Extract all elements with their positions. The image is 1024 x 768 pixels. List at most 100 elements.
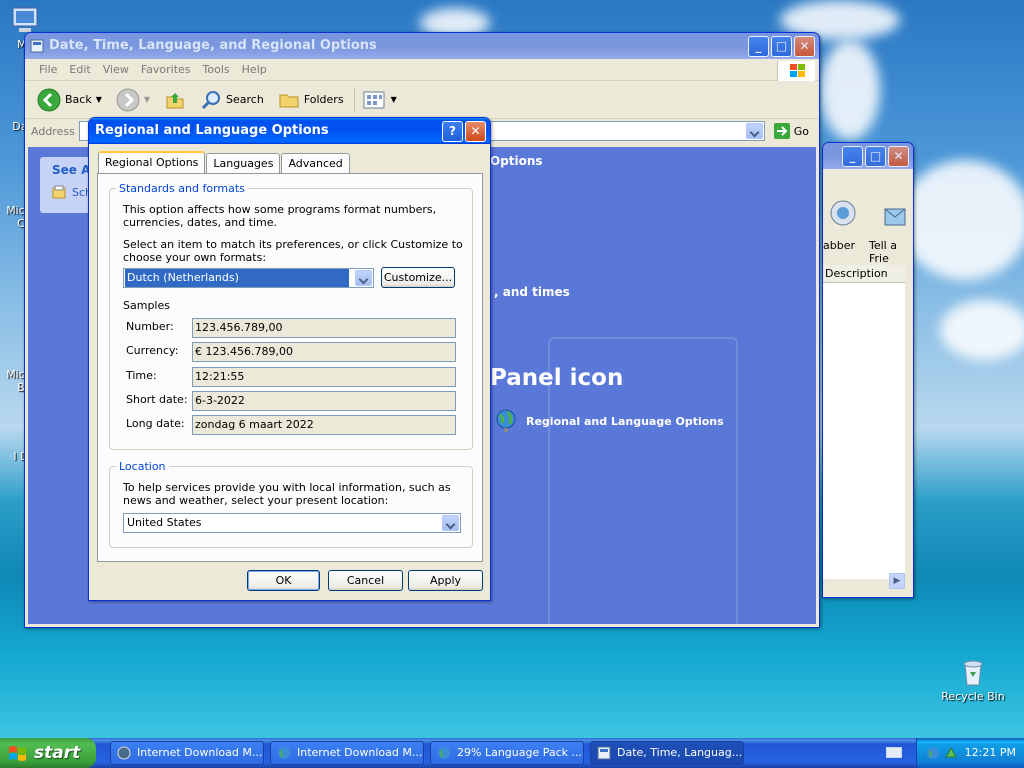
pick-category-heading: Options — [490, 154, 543, 168]
minimize-button[interactable]: _ — [748, 36, 769, 57]
ok-button[interactable]: OK — [247, 570, 320, 591]
dialog-titlebar[interactable]: Regional and Language Options ? ✕ — [89, 118, 490, 144]
background-window-titlebar[interactable]: _ □ ✕ — [823, 143, 913, 169]
maximize-button[interactable]: □ — [865, 146, 886, 167]
format-selected-value: Dutch (Netherlands) — [125, 269, 349, 287]
location-selected-value: United States — [127, 516, 202, 529]
sample-value-time: 12:21:55 — [192, 367, 456, 387]
task-dates-text[interactable]: , and times — [494, 285, 570, 299]
taskbar-item-label: 29% Language Pack ... — [457, 746, 583, 759]
taskbar-item-download-manager-1[interactable]: Internet Download M... — [110, 741, 264, 765]
menu-edit[interactable]: Edit — [63, 63, 96, 76]
background-window-toolbar: abber Tell a Frie — [823, 169, 913, 265]
menu-tools[interactable]: Tools — [197, 63, 236, 76]
tab-advanced[interactable]: Advanced — [281, 153, 350, 173]
folder-icon — [279, 94, 299, 107]
close-button[interactable]: ✕ — [888, 146, 909, 167]
location-dropdown-arrow[interactable] — [442, 515, 459, 531]
scroll-right-button[interactable]: ▶ — [889, 573, 905, 589]
standards-prompt: Select an item to match its preferences,… — [123, 238, 463, 264]
background-window[interactable]: _ □ ✕ abber Tell a Frie Description ▶ — [822, 142, 914, 598]
regional-language-options-dialog[interactable]: Regional and Language Options ? ✕ Region… — [88, 117, 491, 601]
sample-label-number: Number: — [126, 320, 174, 333]
tell-a-friend-label[interactable]: Tell a Frie — [869, 239, 913, 265]
address-label: Address — [31, 124, 75, 138]
help-button[interactable]: ? — [442, 121, 463, 142]
back-button[interactable]: Back ▼ — [33, 86, 106, 114]
globe-download-icon — [278, 747, 290, 759]
clock[interactable]: 12:21 PM — [965, 738, 1016, 768]
start-button[interactable]: start — [0, 738, 96, 768]
back-arrow-icon — [37, 88, 61, 111]
column-header-description[interactable]: Description — [823, 265, 905, 283]
globe-icon — [496, 409, 516, 432]
menu-help[interactable]: Help — [236, 63, 273, 76]
regional-language-options-link[interactable]: Regional and Language Options — [494, 409, 724, 433]
cloud — [940, 300, 1024, 360]
search-button[interactable]: Search — [196, 87, 268, 113]
format-select[interactable]: Dutch (Netherlands) — [123, 268, 374, 288]
folders-button[interactable]: Folders — [274, 87, 348, 113]
tab-regional-options[interactable]: Regional Options — [98, 151, 206, 173]
grabber-label[interactable]: abber — [823, 239, 855, 252]
sample-label-short-date: Short date: — [126, 393, 188, 406]
sample-label-currency: Currency: — [126, 344, 179, 357]
menu-view[interactable]: View — [97, 63, 135, 76]
taskbar-item-download-manager-2[interactable]: Internet Download M... — [270, 741, 424, 765]
pick-icon-heading: Panel icon — [490, 365, 624, 391]
menu-file[interactable]: File — [33, 63, 63, 76]
windows-flag-icon — [9, 746, 26, 761]
forward-button[interactable]: ▼ — [112, 86, 154, 114]
taskbar-item-language-pack[interactable]: 29% Language Pack ... — [430, 741, 584, 765]
background-list — [823, 283, 905, 579]
views-button[interactable]: ▼ — [353, 87, 401, 112]
safely-remove-icon[interactable] — [943, 745, 959, 761]
network-icon[interactable] — [925, 745, 941, 761]
windows-logo-icon — [777, 61, 815, 81]
keyboard-language-icon[interactable] — [886, 747, 902, 758]
desktop-icon-recycle-bin[interactable]: Recycle Bin — [938, 656, 1008, 703]
grabber-icon — [830, 200, 856, 226]
menu-favorites[interactable]: Favorites — [135, 63, 197, 76]
regional-options-panel: Standards and formats This option affect… — [97, 173, 483, 562]
go-arrow-icon — [773, 123, 790, 139]
folders-label: Folders — [303, 93, 344, 106]
samples-heading: Samples — [123, 299, 170, 312]
taskbar-item-label: Internet Download M... — [137, 746, 263, 759]
control-panel-icon — [30, 39, 44, 53]
customize-button[interactable]: Customize... — [381, 267, 455, 288]
search-icon — [201, 90, 221, 109]
taskbar-item-label: Internet Download M... — [297, 746, 423, 759]
go-label: Go — [793, 124, 809, 138]
dialog-close-button[interactable]: ✕ — [465, 121, 486, 142]
tab-languages[interactable]: Languages — [206, 153, 281, 173]
sample-value-short-date: 6-3-2022 — [192, 391, 456, 411]
sample-label-time: Time: — [126, 369, 157, 382]
minimize-button[interactable]: _ — [842, 146, 863, 167]
cancel-button[interactable]: Cancel — [328, 570, 403, 591]
dialog-body: Regional Options Languages Advanced Stan… — [92, 144, 487, 597]
up-folder-icon — [166, 92, 184, 108]
go-button[interactable]: Go — [773, 122, 819, 140]
apply-button[interactable]: Apply — [408, 570, 483, 591]
system-tray: 12:21 PM — [916, 738, 1024, 768]
close-button[interactable]: ✕ — [794, 36, 815, 57]
location-select[interactable]: United States — [123, 513, 461, 533]
address-dropdown-arrow[interactable] — [745, 123, 763, 139]
standards-group: Standards and formats This option affect… — [109, 182, 473, 450]
sample-value-long-date: zondag 6 maart 2022 — [192, 415, 456, 435]
start-label: start — [34, 743, 81, 763]
dialog-title: Regional and Language Options — [95, 123, 329, 138]
up-folder-button[interactable] — [160, 87, 190, 113]
location-legend: Location — [116, 460, 169, 473]
control-panel-titlebar[interactable]: Date, Time, Language, and Regional Optio… — [25, 33, 819, 59]
location-group: Location To help services provide you wi… — [109, 460, 473, 548]
format-dropdown-arrow[interactable] — [355, 270, 372, 286]
taskbar: start Internet Download M... Internet Do… — [0, 738, 1024, 768]
desktop-icon-label: Recycle Bin — [941, 690, 1005, 703]
maximize-button[interactable]: □ — [771, 36, 792, 57]
menu-bar: File Edit View Favorites Tools Help — [25, 59, 819, 81]
taskbar-item-date-time-language[interactable]: Date, Time, Languag... — [590, 741, 744, 765]
views-icon — [363, 91, 385, 108]
cloud — [820, 40, 880, 140]
